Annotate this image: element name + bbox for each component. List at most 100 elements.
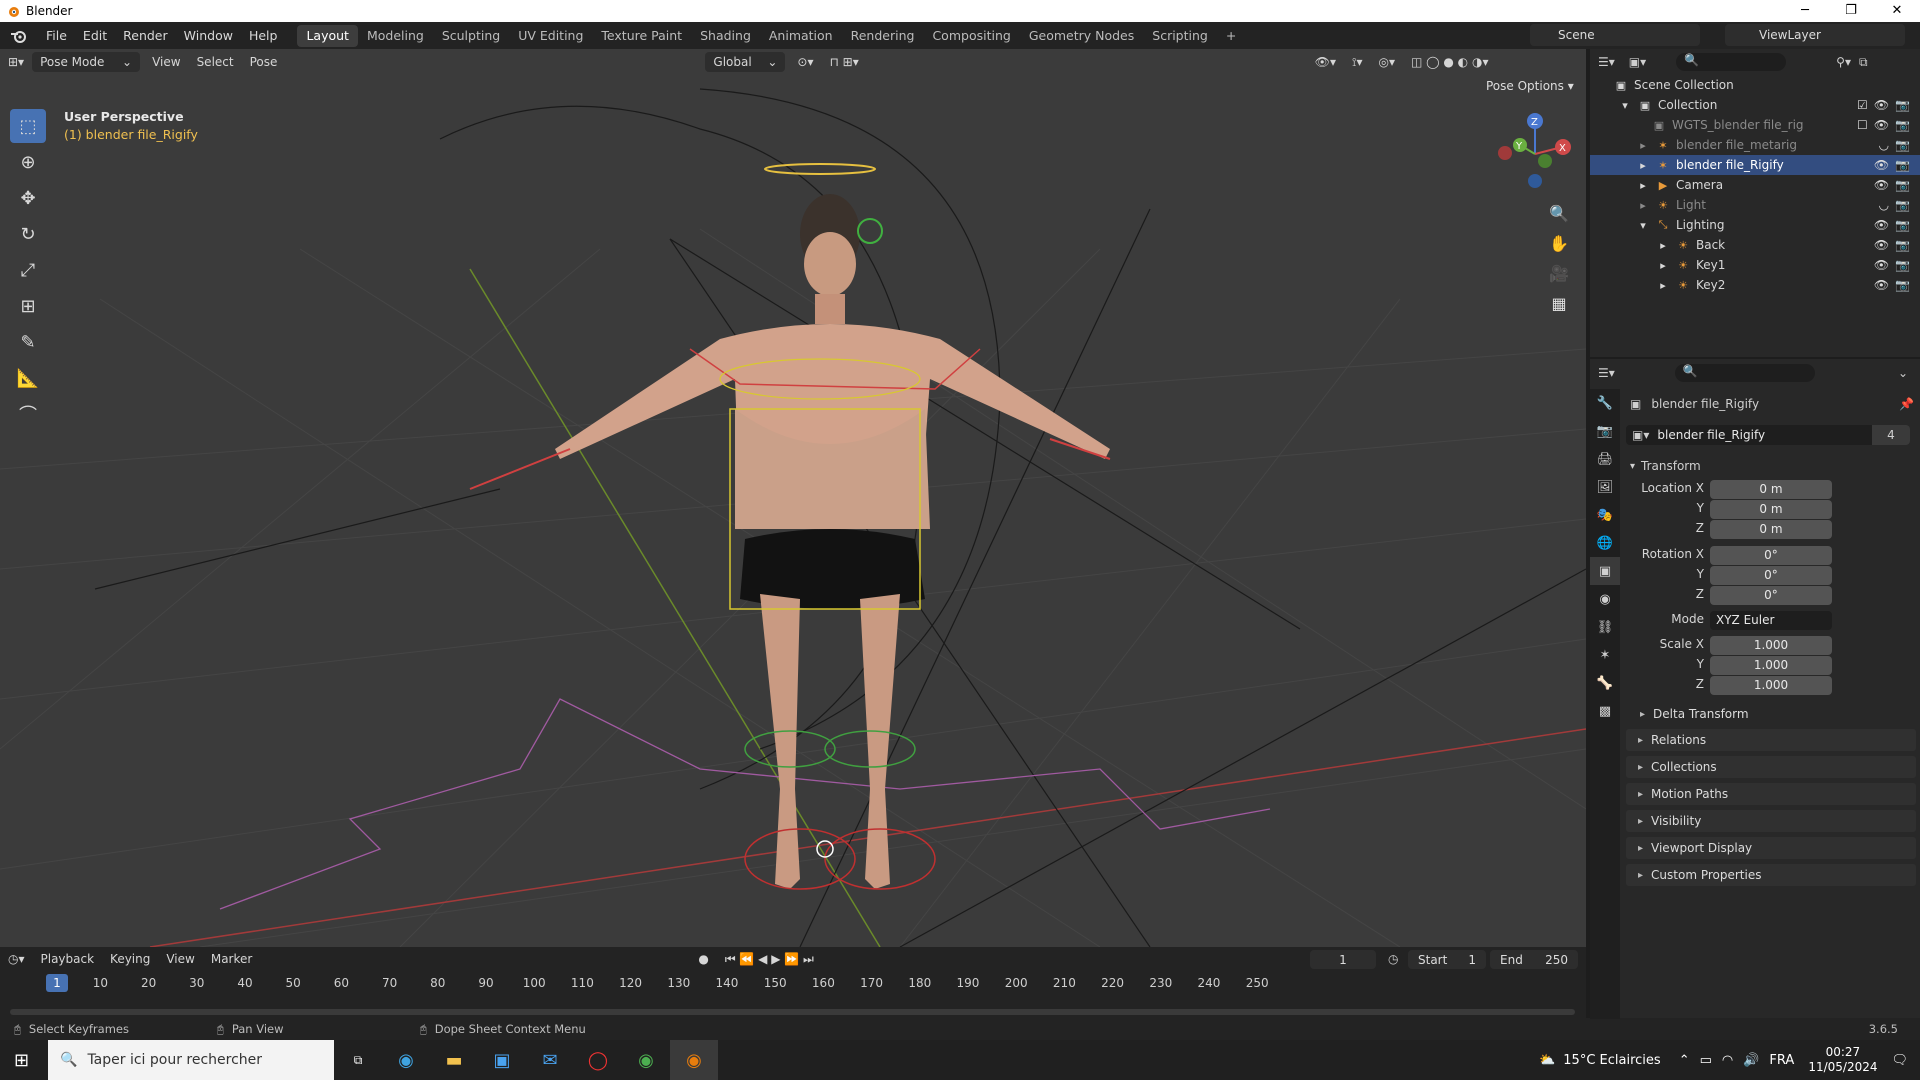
menu-file[interactable]: File	[38, 22, 75, 49]
outliner-editor[interactable]: ☰▾ ▣▾ 🔍 ⚲▾ ⧉ ▣ Scene Collection ▾ ▣ Collect…	[1590, 49, 1920, 357]
outliner-row-scene-collection[interactable]: ▣ Scene Collection	[1590, 75, 1920, 95]
eye-closed-icon[interactable]: ◡	[1879, 198, 1889, 212]
datablock-browse-icon[interactable]: ▣▾	[1632, 428, 1649, 442]
menu-window[interactable]: Window	[176, 22, 241, 49]
menu-view[interactable]: View	[144, 55, 188, 69]
expand-arrow-icon[interactable]: ▸	[1656, 238, 1670, 252]
bone-tab-icon[interactable]: 🦴	[1590, 669, 1620, 697]
pin-icon[interactable]: 📌	[1899, 397, 1914, 411]
eye-icon[interactable]: 👁	[1874, 238, 1889, 252]
camera-icon[interactable]: 📷	[1895, 118, 1910, 132]
tool-tab-icon[interactable]: 🔧	[1590, 389, 1620, 417]
camera-icon[interactable]: 📷	[1895, 278, 1910, 292]
shading-modes-icon[interactable]: ◫ ◯ ● ◐ ◑▾	[1403, 55, 1496, 69]
world-tab-icon[interactable]: 🌐	[1590, 529, 1620, 557]
viewport-display-panel[interactable]: ▸ Viewport Display	[1626, 837, 1916, 859]
menu-pose[interactable]: Pose	[242, 55, 286, 69]
menu-edit[interactable]: Edit	[75, 22, 115, 49]
scale-z-field[interactable]: 1.000	[1710, 676, 1832, 695]
outliner-row-lighting[interactable]: ▾ ⤡ Lighting 👁 📷	[1590, 215, 1920, 235]
wifi-icon[interactable]: ◠	[1722, 1053, 1733, 1068]
camera-icon[interactable]: 📷	[1895, 138, 1910, 152]
end-frame-field[interactable]: End 250	[1490, 950, 1578, 969]
location-x-field[interactable]: 0 m	[1710, 480, 1832, 499]
scale-x-field[interactable]: 1.000	[1710, 636, 1832, 655]
texture-tab-icon[interactable]: ▩	[1590, 697, 1620, 725]
expand-arrow-icon[interactable]: ▾	[1618, 98, 1632, 112]
output-tab-icon[interactable]: 🖨	[1590, 445, 1620, 473]
menu-playback[interactable]: Playback	[33, 952, 103, 966]
eye-icon[interactable]: 👁	[1874, 118, 1889, 132]
pan-hand-icon[interactable]: ✋	[1545, 229, 1573, 257]
motion-paths-panel[interactable]: ▸ Motion Paths	[1626, 783, 1916, 805]
outliner-search-input[interactable]: 🔍	[1676, 53, 1787, 71]
close-icon[interactable]: ✕	[1874, 0, 1920, 22]
eye-closed-icon[interactable]: ◡	[1879, 138, 1889, 152]
measure-tool-icon[interactable]: 📐	[10, 361, 46, 395]
tab-texture-paint[interactable]: Texture Paint	[592, 25, 691, 47]
tab-sculpting[interactable]: Sculpting	[433, 25, 509, 47]
data-tab-icon[interactable]: ✶	[1590, 641, 1620, 669]
timeline-scrollbar[interactable]	[10, 1009, 1575, 1015]
camera-icon[interactable]: 📷	[1895, 238, 1910, 252]
properties-type-icon[interactable]: ☰▾	[1598, 366, 1615, 380]
scene-selector[interactable]: Scene	[1530, 24, 1700, 46]
custom-properties-panel[interactable]: ▸ Custom Properties	[1626, 864, 1916, 886]
eye-icon[interactable]: 👁	[1874, 98, 1889, 112]
tab-shading[interactable]: Shading	[691, 25, 760, 47]
camera-icon[interactable]: 📷	[1895, 178, 1910, 192]
pose-options-dropdown[interactable]: Pose Options ▾	[1486, 79, 1574, 93]
current-frame-field[interactable]: 1	[1310, 950, 1376, 969]
rotation-z-field[interactable]: 0°	[1710, 586, 1832, 605]
menu-render[interactable]: Render	[115, 22, 176, 49]
camera-icon[interactable]: 📷	[1895, 198, 1910, 212]
location-y-field[interactable]: 0 m	[1710, 500, 1832, 519]
checkbox-icon[interactable]: ☑	[1857, 98, 1868, 112]
expand-arrow-icon[interactable]: ▸	[1656, 258, 1670, 272]
visibility-panel[interactable]: ▸ Visibility	[1626, 810, 1916, 832]
eye-icon[interactable]: 👁	[1874, 218, 1889, 232]
camera-icon[interactable]: 📷	[1895, 258, 1910, 272]
frame-ruler[interactable]: 1 10 20 30 40 50 60 70 80 90 100 110 120 130 140 150 16…	[0, 973, 1586, 995]
windows-start-icon[interactable]: ⊞	[14, 1050, 29, 1071]
taskbar-search[interactable]: 🔍 Taper ici pour rechercher	[48, 1040, 334, 1080]
tab-layout[interactable]: Layout	[297, 24, 358, 47]
tab-compositing[interactable]: Compositing	[923, 25, 1019, 47]
menu-keying[interactable]: Keying	[102, 952, 158, 966]
move-tool-icon[interactable]: ✥	[10, 181, 46, 215]
weather-text[interactable]: 15°C Eclaircies	[1563, 1053, 1660, 1068]
scale-y-field[interactable]: 1.000	[1710, 656, 1832, 675]
volume-icon[interactable]: 🔊	[1743, 1053, 1759, 1068]
view-layer-tab-icon[interactable]: 🖼	[1590, 473, 1620, 501]
outliner-row-rigify[interactable]: ▸ ✶ blender file_Rigify 👁 📷	[1590, 155, 1920, 175]
transform-orientation-dropdown[interactable]: Global ⌄	[705, 52, 786, 72]
display-mode-icon[interactable]: ▣▾	[1629, 55, 1646, 69]
mode-dropdown[interactable]: Pose Mode ⌄	[32, 52, 141, 72]
expand-arrow-icon[interactable]: ▸	[1636, 158, 1650, 172]
add-workspace-icon[interactable]: +	[1217, 25, 1245, 47]
expand-arrow-icon[interactable]: ▸	[1636, 178, 1650, 192]
zoom-icon[interactable]: 🔍	[1545, 199, 1573, 227]
start-frame-field[interactable]: Start 1	[1408, 950, 1486, 969]
object-tab-icon[interactable]: ▣	[1590, 557, 1620, 585]
timeline-editor-type-icon[interactable]: ◷▾	[0, 952, 33, 966]
menu-marker[interactable]: Marker	[203, 952, 260, 966]
outliner-row-metarig[interactable]: ▸ ✶ blender file_metarig ◡ 📷	[1590, 135, 1920, 155]
bbone-tool-icon[interactable]: ⌒	[10, 397, 46, 431]
tab-rendering[interactable]: Rendering	[842, 25, 924, 47]
eye-icon[interactable]: 👁	[1874, 158, 1889, 172]
notifications-icon[interactable]: 🗨	[1891, 1053, 1908, 1068]
camera-view-icon[interactable]: 🎥	[1545, 259, 1573, 287]
chevron-up-icon[interactable]: ⌃	[1679, 1053, 1690, 1068]
store-icon[interactable]: ▣	[478, 1040, 526, 1080]
outliner-row-key2[interactable]: ▸ ☀ Key2 👁 📷	[1590, 275, 1920, 295]
camera-icon[interactable]: 📷	[1895, 218, 1910, 232]
tab-modeling[interactable]: Modeling	[358, 25, 433, 47]
eye-icon[interactable]: 👁	[1874, 178, 1889, 192]
clock[interactable]: 00:27 11/05/2024	[1808, 1045, 1877, 1075]
ortho-grid-icon[interactable]: ▦	[1545, 289, 1573, 317]
snap-icon[interactable]: ⊓ ⊞▾	[821, 55, 866, 69]
properties-search-input[interactable]: 🔍	[1674, 364, 1815, 382]
outliner-row-wgts[interactable]: ▣ WGTS_blender file_rig ☐ 👁 📷	[1590, 115, 1920, 135]
restore-icon[interactable]: ❐	[1828, 0, 1874, 22]
